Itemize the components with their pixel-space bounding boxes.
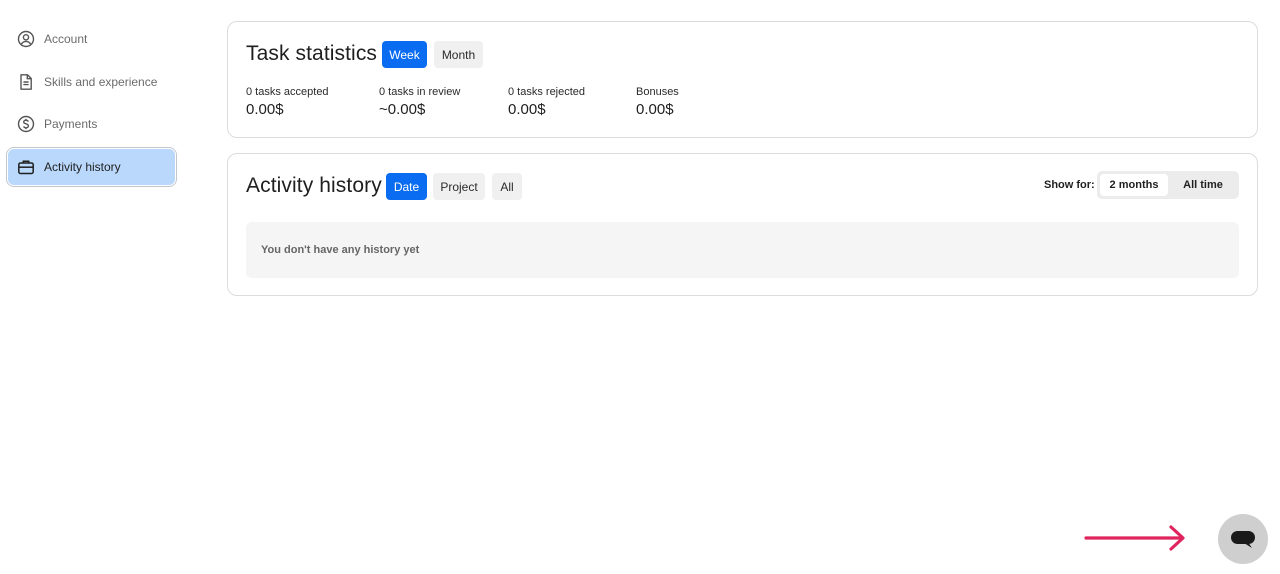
sidebar-item-label: Payments: [44, 117, 98, 131]
sidebar-item-label: Activity history: [44, 160, 121, 174]
chat-bubble-icon: [1231, 531, 1255, 548]
stat-value: 0.00$: [246, 101, 284, 118]
dollar-circle-icon: [17, 115, 35, 133]
history-empty-state: You don't have any history yet: [246, 222, 1239, 278]
stat-label: 0 tasks rejected: [508, 86, 586, 98]
activity-history-title: Activity history: [246, 174, 382, 197]
period-week-button[interactable]: Week: [382, 41, 427, 68]
stat-label: Bonuses: [636, 86, 679, 98]
stat-rejected: 0 tasks rejected 0.00$: [508, 86, 585, 118]
group-project-button[interactable]: Project: [433, 173, 485, 200]
activity-history-card: Activity history Date Project All Show f…: [227, 153, 1258, 296]
sidebar-item-activity-history[interactable]: Activity history: [8, 149, 175, 185]
arrow-right-icon: [1084, 525, 1185, 551]
briefcase-icon: [17, 158, 35, 176]
sidebar-item-skills[interactable]: Skills and experience: [8, 64, 175, 100]
document-icon: [17, 73, 35, 91]
stat-accepted: 0 tasks accepted 0.00$: [246, 86, 329, 118]
group-date-button[interactable]: Date: [386, 173, 427, 200]
task-statistics-card: Task statistics Week Month 0 tasks accep…: [227, 21, 1258, 138]
stat-bonuses: Bonuses 0.00$: [636, 86, 679, 118]
sidebar-item-label: Skills and experience: [44, 75, 158, 89]
task-statistics-title: Task statistics: [246, 42, 378, 65]
group-all-button[interactable]: All: [492, 173, 522, 200]
range-all-time-option[interactable]: All time: [1170, 174, 1236, 196]
sidebar-item-account[interactable]: Account: [8, 21, 175, 57]
show-for-label: Show for:: [1044, 179, 1095, 191]
period-month-button[interactable]: Month: [434, 41, 483, 68]
stat-label: 0 tasks accepted: [246, 86, 329, 98]
sidebar-item-payments[interactable]: Payments: [8, 106, 175, 142]
stat-in-review: 0 tasks in review ~0.00$: [379, 86, 460, 118]
sidebar-item-label: Account: [44, 32, 88, 46]
stat-label: 0 tasks in review: [379, 86, 461, 98]
page: Account Skills and experience Payments A…: [0, 0, 1280, 574]
range-toggle: 2 months All time: [1097, 171, 1239, 199]
stat-value: 0.00$: [636, 101, 674, 118]
empty-history-message: You don't have any history yet: [261, 244, 420, 256]
stat-value: 0.00$: [508, 101, 546, 118]
chat-button[interactable]: [1218, 514, 1268, 564]
range-2-months-option[interactable]: 2 months: [1100, 174, 1168, 196]
user-circle-icon: [17, 30, 35, 48]
stat-value: ~0.00$: [379, 101, 426, 118]
